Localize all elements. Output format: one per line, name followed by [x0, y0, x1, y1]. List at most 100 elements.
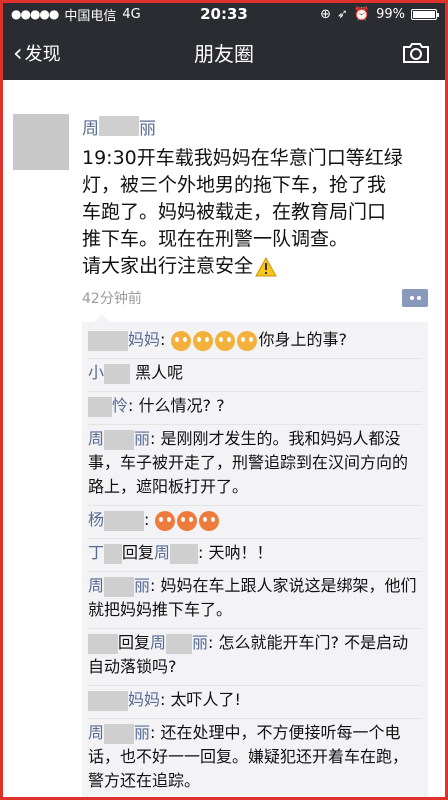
comment-separator: : [198, 543, 204, 562]
comment-separator: : [128, 396, 134, 415]
post-time: 42分钟前 [82, 291, 142, 307]
commenter-name[interactable]: 妈妈 [128, 690, 160, 709]
screen: ●●●●● 中国电信 4G 20:33 ⊕ ➶ ⏰ 99% ‹ 发现 朋友圈 周… [0, 0, 448, 800]
post-line-last: 请大家出行注意安全 [82, 253, 432, 280]
comment-separator: : [150, 723, 156, 742]
angry-emoji-icon [176, 510, 197, 531]
comment-separator: : [150, 429, 156, 448]
battery-icon [411, 8, 439, 20]
comments-panel: 妈妈: 你身上的事? 小 黑人呢 怜: 什么情况? ? 周丽: 是刚刚才发生的。… [82, 314, 428, 797]
page-title: 朋友圈 [194, 42, 254, 66]
commenter-name[interactable]: 杨 [88, 510, 104, 529]
comment-item[interactable]: 小 黑人呢 [88, 359, 422, 392]
scream-emoji-icon [236, 330, 257, 351]
camera-button[interactable] [401, 41, 431, 69]
author-name-suffix: 丽 [139, 118, 156, 139]
post-line: 灯，被三个外地男的拖下车，抢了我 [82, 174, 387, 196]
commenter-name[interactable]: 丁 [88, 543, 104, 562]
comment-separator: : [160, 690, 166, 709]
post-line: 请大家出行注意安全 [82, 255, 254, 277]
comment-item[interactable]: 周丽: 是刚刚才发生的。我和妈妈人都没事，车子被开走了，刑警追踪到在汉间方向的路… [88, 425, 422, 506]
redaction-block [88, 690, 128, 711]
reply-label: 回复 [118, 633, 151, 652]
carrier-label: 中国电信 [64, 8, 117, 24]
camera-icon [403, 43, 429, 63]
redaction-block [88, 633, 118, 654]
comment-text: 太吓人了! [170, 690, 241, 709]
commenter-name[interactable]: 妈妈 [128, 330, 160, 349]
commenter-name[interactable]: 怜 [112, 396, 128, 415]
avatar[interactable] [13, 114, 69, 170]
back-button[interactable]: ‹ 发现 [3, 39, 61, 67]
author-name[interactable]: 周 丽 [82, 114, 432, 139]
comment-item[interactable]: 周丽: 还在处理中，不方便接听每一个电话，也不好一一回复。嫌疑犯还开着车在跑，警… [88, 719, 422, 797]
location-icon: ➶ [337, 6, 348, 22]
redaction-block [104, 723, 135, 744]
alarm-icon: ⏰ [353, 6, 371, 22]
redaction-block [104, 543, 123, 564]
comment-item[interactable]: 回复周 丽: 怎么就能开车门? 不是启动自动落锁吗? [88, 629, 422, 686]
moment-post: 周 丽 19:30开车载我妈妈在华意门口等红绿 灯，被三个外地男的拖下车，抢了我… [3, 114, 445, 308]
reply-to-name[interactable]: 周 [154, 543, 170, 562]
redaction-block [104, 363, 131, 384]
clock: 20:33 [200, 5, 248, 23]
orientation-lock-icon: ⊕ [320, 6, 331, 22]
comment-separator: : [144, 510, 150, 529]
post-line: 车跑了。妈妈被载走，在教育局门口 [82, 201, 387, 223]
redaction-block [99, 116, 139, 136]
comment-item[interactable]: 周丽: 妈妈在车上跟人家说这是绑架，他们就把妈妈推下车了。 [88, 572, 422, 629]
redaction-block [166, 633, 193, 654]
status-bar: ●●●●● 中国电信 4G 20:33 ⊕ ➶ ⏰ 99% [3, 3, 445, 25]
comment-text: 什么情况? ? [138, 396, 225, 415]
comment-item[interactable]: 妈妈: 太吓人了! [88, 686, 422, 719]
commenter-name-prefix[interactable]: 周 [88, 723, 104, 742]
comment-item[interactable]: 怜: 什么情况? ? [88, 392, 422, 425]
redaction-block [88, 330, 128, 351]
commenter-name[interactable]: 小 [88, 363, 104, 382]
commenter-name-prefix[interactable]: 周 [88, 429, 104, 448]
redaction-block [170, 543, 199, 564]
comment-separator: : [160, 330, 166, 349]
chevron-left-icon: ‹ [13, 38, 23, 67]
back-label: 发现 [24, 43, 61, 65]
comment-separator: : [208, 633, 214, 652]
signal-strength-icon: ●●●●● [11, 7, 59, 21]
redaction-block [104, 510, 145, 531]
comment-text: 你身上的事? [258, 330, 348, 349]
reply-to-name-prefix[interactable]: 周 [150, 633, 166, 652]
reply-to-name-suffix[interactable]: 丽 [192, 633, 208, 652]
angry-emoji-icon [198, 510, 219, 531]
comment-item[interactable]: 妈妈: 你身上的事? [88, 326, 422, 359]
more-options-button[interactable] [402, 289, 428, 307]
scream-emoji-icon [214, 330, 235, 351]
post-text: 19:30开车载我妈妈在华意门口等红绿 灯，被三个外地男的拖下车，抢了我 车跑了… [82, 145, 432, 280]
battery-level-fill [413, 10, 435, 18]
commenter-name-suffix[interactable]: 丽 [134, 576, 150, 595]
dot-icon [416, 296, 421, 300]
scream-emoji-icon [192, 330, 213, 351]
post-line: 推下车。现在在刑警一队调查。 [82, 228, 349, 250]
comment-item[interactable]: 杨: [88, 506, 422, 539]
comment-item[interactable]: 丁回复周: 天呐！！ [88, 539, 422, 572]
commenter-name-suffix[interactable]: 丽 [134, 429, 150, 448]
post-line: 19:30开车载我妈妈在华意门口等红绿 [82, 147, 403, 169]
post-meta: 42分钟前 [82, 288, 432, 308]
network-label: 4G [122, 6, 141, 22]
comment-text: 黑人呢 [135, 363, 184, 382]
angry-emoji-icon [154, 510, 175, 531]
scream-emoji-icon [170, 330, 191, 351]
redaction-block [104, 576, 135, 597]
comment-separator: : [150, 576, 156, 595]
redaction-block [88, 396, 112, 417]
reply-label: 回复 [122, 543, 155, 562]
warning-icon [255, 256, 277, 276]
dot-icon [409, 296, 414, 300]
commenter-name-prefix[interactable]: 周 [88, 576, 104, 595]
author-name-prefix: 周 [82, 118, 99, 139]
redaction-block [104, 429, 135, 450]
moments-feed: 周 丽 19:30开车载我妈妈在华意门口等红绿 灯，被三个外地男的拖下车，抢了我… [3, 80, 445, 797]
comment-text: 天呐！！ [208, 543, 273, 562]
battery-percent: 99% [376, 6, 405, 22]
commenter-name-suffix[interactable]: 丽 [134, 723, 150, 742]
nav-bar: ‹ 发现 朋友圈 [3, 25, 445, 80]
